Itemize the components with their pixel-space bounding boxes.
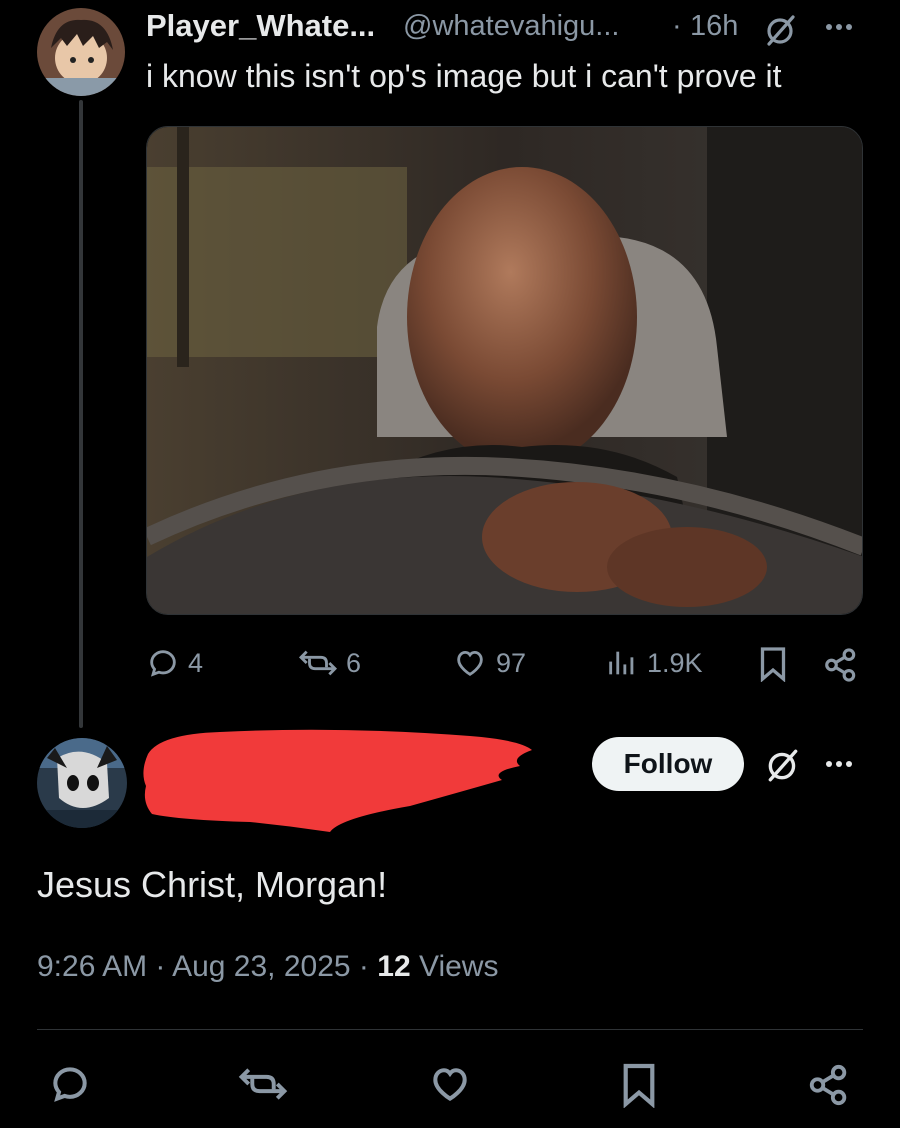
views-count: 1.9K [647,647,703,678]
grok-icon[interactable] [764,746,802,789]
repost-icon [298,650,338,676]
repost-action[interactable]: 6 [298,646,361,680]
separator: · [350,950,378,983]
post-metadata: 9:26 AM · Aug 23, 2025 · 12 Views [37,950,498,984]
thread-line [79,100,83,728]
like-count: 97 [496,647,527,678]
bookmark-icon[interactable] [758,646,788,682]
repost-count: 6 [346,647,362,678]
views-label: Views [410,950,499,983]
more-icon[interactable] [826,761,852,767]
bookmark-icon[interactable] [620,1062,658,1113]
tweet-media-image[interactable] [146,126,863,615]
post-time[interactable]: 16h [690,10,738,43]
grok-icon[interactable] [763,12,799,53]
author-name[interactable]: Player_Whate... [146,8,375,44]
reply-avatar[interactable] [37,738,127,828]
more-icon[interactable] [826,24,852,30]
repost-icon[interactable] [238,1062,288,1111]
reply-icon [150,650,176,677]
separator: · [147,950,173,983]
share-icon[interactable] [806,1062,852,1113]
divider [37,1029,863,1030]
like-icon [457,650,483,676]
redacted-username [143,729,532,832]
views-count[interactable]: 12 [377,950,410,983]
separator-dot: · [672,10,682,42]
post-date[interactable]: Aug 23, 2025 [172,950,351,983]
share-icon[interactable] [822,646,860,684]
reply-count: 4 [188,647,204,678]
reply-action[interactable]: 4 [146,646,203,680]
parent-avatar[interactable] [37,8,125,96]
tweet-text: i know this isn't op's image but i can't… [146,58,782,94]
like-icon[interactable] [428,1062,472,1111]
reply-icon[interactable] [48,1062,92,1111]
follow-button[interactable]: Follow [592,737,744,791]
views-action[interactable]: 1.9K [605,646,703,680]
author-handle[interactable]: @whatevahigu... [403,10,619,43]
like-action[interactable]: 97 [452,646,526,680]
post-time[interactable]: 9:26 AM [37,950,147,983]
reply-text: Jesus Christ, Morgan! [37,864,388,905]
views-icon [609,651,634,675]
